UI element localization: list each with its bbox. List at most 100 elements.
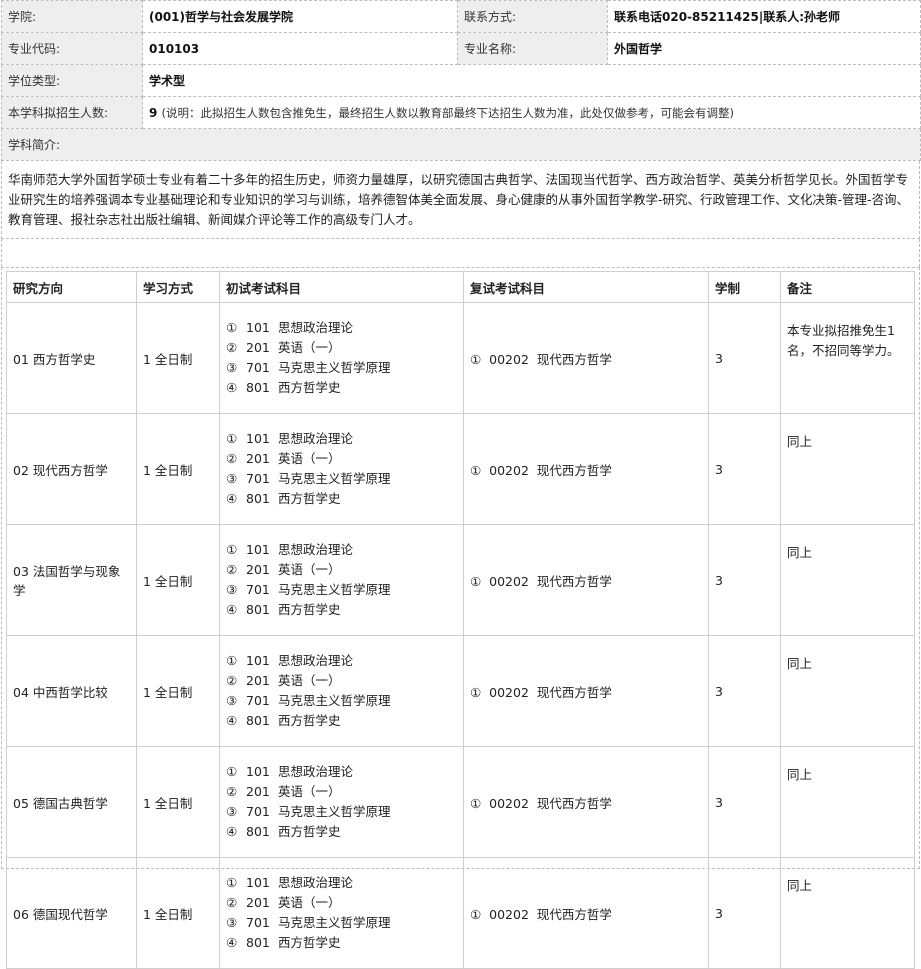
initial-subject: ② 201 英语（一） [226, 451, 341, 466]
contact-value: 联系电话020-85211425|联系人:孙老师 [607, 0, 921, 33]
header-study-mode: 学习方式 [136, 271, 220, 303]
years-cell: 3 [708, 302, 781, 414]
research-directions-table: 研究方向 学习方式 初试考试科目 复试考试科目 学制 备注 01 西方哲学史 1… [6, 271, 915, 969]
college-value: (001)哲学与社会发展学院 [142, 0, 458, 33]
retest-exam-cell: ① 00202 现代西方哲学 [463, 746, 709, 858]
enrollment-label: 本学科拟招生人数: [1, 96, 143, 129]
intro-label: 学科简介: [1, 128, 921, 161]
initial-subject: ③ 701 马克思主义哲学原理 [226, 471, 391, 486]
info-row-major: 专业代码: 010103 专业名称: 外国哲学 [1, 32, 921, 65]
years-cell: 3 [708, 524, 781, 636]
study-mode-cell: 1 全日制 [136, 857, 220, 969]
contact-label: 联系方式: [457, 0, 608, 33]
degree-type-label: 学位类型: [1, 64, 143, 97]
initial-subject: ① 101 思想政治理论 [226, 320, 354, 335]
table-row: 05 德国古典哲学 1 全日制 ① 101 思想政治理论 ② 201 英语（一） ③ 70… [6, 746, 915, 858]
initial-subject: ① 101 思想政治理论 [226, 764, 354, 779]
initial-subject: ③ 701 马克思主义哲学原理 [226, 360, 391, 375]
remark-cell: 本专业拟招推免生1名，不招同等学力。 [780, 302, 915, 414]
info-row-intro-label: 学科简介: [1, 128, 921, 161]
initial-subject: ① 101 思想政治理论 [226, 431, 354, 446]
remark-cell: 同上 [780, 746, 915, 858]
header-remark: 备注 [780, 271, 915, 303]
major-name-label: 专业名称: [457, 32, 608, 65]
initial-subject: ① 101 思想政治理论 [226, 653, 354, 668]
degree-type-value: 学术型 [142, 64, 921, 97]
enrollment-cell: 9 (说明：此拟招生人数包含推免生，最终招生人数以教育部最终下达招生人数为准，此… [142, 96, 921, 129]
initial-exam-cell: ① 101 思想政治理论 ② 201 英语（一） ③ 701 马克思主义哲学原理 ④ 801 西… [219, 302, 464, 414]
table-header-row: 研究方向 学习方式 初试考试科目 复试考试科目 学制 备注 [6, 271, 915, 303]
retest-exam-cell: ① 00202 现代西方哲学 [463, 635, 709, 747]
table-row: 04 中西哲学比较 1 全日制 ① 101 思想政治理论 ② 201 英语（一） ③ 70… [6, 635, 915, 747]
initial-subject: ① 101 思想政治理论 [226, 875, 354, 890]
study-mode-cell: 1 全日制 [136, 635, 220, 747]
major-code-label: 专业代码: [1, 32, 143, 65]
initial-subject: ② 201 英语（一） [226, 895, 341, 910]
intro-text: 华南师范大学外国哲学硕士专业有着二十多年的招生历史，师资力量雄厚，以研究德国古典… [8, 172, 910, 227]
retest-exam-cell: ① 00202 现代西方哲学 [463, 524, 709, 636]
info-row-college: 学院: (001)哲学与社会发展学院 联系方式: 联系电话020-8521142… [1, 0, 921, 33]
years-cell: 3 [708, 746, 781, 858]
direction-cell: 06 德国现代哲学 [6, 857, 137, 969]
years-cell: 3 [708, 413, 781, 525]
header-retest-exam: 复试考试科目 [463, 271, 709, 303]
initial-subject: ④ 801 西方哲学史 [226, 380, 341, 395]
table-row: 02 现代西方哲学 1 全日制 ① 101 思想政治理论 ② 201 英语（一） ③ 70… [6, 413, 915, 525]
initial-subject: ④ 801 西方哲学史 [226, 824, 341, 839]
initial-subject: ④ 801 西方哲学史 [226, 491, 341, 506]
remark-cell: 同上 [780, 857, 915, 969]
remark-cell: 同上 [780, 413, 915, 525]
table-row: 06 德国现代哲学 1 全日制 ① 101 思想政治理论 ② 201 英语（一） ③ 70… [6, 857, 915, 969]
retest-exam-cell: ① 00202 现代西方哲学 [463, 857, 709, 969]
initial-exam-cell: ① 101 思想政治理论 ② 201 英语（一） ③ 701 马克思主义哲学原理 ④ 801 西… [219, 635, 464, 747]
retest-exam-cell: ① 00202 现代西方哲学 [463, 302, 709, 414]
major-name-value: 外国哲学 [607, 32, 921, 65]
major-code-value: 010103 [142, 32, 458, 65]
program-page: 学院: (001)哲学与社会发展学院 联系方式: 联系电话020-8521142… [0, 0, 921, 969]
initial-subject: ② 201 英语（一） [226, 340, 341, 355]
header-years: 学制 [708, 271, 781, 303]
table-row: 03 法国哲学与现象学 1 全日制 ① 101 思想政治理论 ② 201 英语（一） ③… [6, 524, 915, 636]
initial-subject: ① 101 思想政治理论 [226, 542, 354, 557]
initial-subject: ④ 801 西方哲学史 [226, 713, 341, 728]
initial-subject: ④ 801 西方哲学史 [226, 602, 341, 617]
initial-exam-cell: ① 101 思想政治理论 ② 201 英语（一） ③ 701 马克思主义哲学原理 ④ 801 西… [219, 413, 464, 525]
study-mode-cell: 1 全日制 [136, 524, 220, 636]
section-spacer [1, 239, 920, 267]
direction-cell: 02 现代西方哲学 [6, 413, 137, 525]
enrollment-value: 9 [149, 105, 158, 120]
intro-box: 华南师范大学外国哲学硕士专业有着二十多年的招生历史，师资力量雄厚，以研究德国古典… [1, 161, 920, 239]
info-row-enrollment: 本学科拟招生人数: 9 (说明：此拟招生人数包含推免生，最终招生人数以教育部最终… [1, 96, 921, 129]
initial-exam-cell: ① 101 思想政治理论 ② 201 英语（一） ③ 701 马克思主义哲学原理 ④ 801 西… [219, 746, 464, 858]
header-direction: 研究方向 [6, 271, 137, 303]
direction-cell: 04 中西哲学比较 [6, 635, 137, 747]
initial-subject: ③ 701 马克思主义哲学原理 [226, 693, 391, 708]
table-row: 01 西方哲学史 1 全日制 ① 101 思想政治理论 ② 201 英语（一） ③ 701… [6, 302, 915, 414]
header-initial-exam: 初试考试科目 [219, 271, 464, 303]
info-row-degree: 学位类型: 学术型 [1, 64, 921, 97]
direction-cell: 05 德国古典哲学 [6, 746, 137, 858]
initial-subject: ③ 701 马克思主义哲学原理 [226, 582, 391, 597]
direction-cell: 01 西方哲学史 [6, 302, 137, 414]
college-label: 学院: [1, 0, 143, 33]
initial-subject: ④ 801 西方哲学史 [226, 935, 341, 950]
retest-exam-cell: ① 00202 现代西方哲学 [463, 413, 709, 525]
program-info-table: 学院: (001)哲学与社会发展学院 联系方式: 联系电话020-8521142… [1, 0, 921, 161]
initial-exam-cell: ① 101 思想政治理论 ② 201 英语（一） ③ 701 马克思主义哲学原理 ④ 801 西… [219, 857, 464, 969]
study-mode-cell: 1 全日制 [136, 746, 220, 858]
initial-subject: ③ 701 马克思主义哲学原理 [226, 804, 391, 819]
study-mode-cell: 1 全日制 [136, 302, 220, 414]
initial-subject: ③ 701 马克思主义哲学原理 [226, 915, 391, 930]
initial-exam-cell: ① 101 思想政治理论 ② 201 英语（一） ③ 701 马克思主义哲学原理 ④ 801 西… [219, 524, 464, 636]
years-cell: 3 [708, 857, 781, 969]
directions-table-frame: 研究方向 学习方式 初试考试科目 复试考试科目 学制 备注 01 西方哲学史 1… [1, 267, 920, 969]
years-cell: 3 [708, 635, 781, 747]
initial-subject: ② 201 英语（一） [226, 784, 341, 799]
remark-cell: 同上 [780, 635, 915, 747]
initial-subject: ② 201 英语（一） [226, 562, 341, 577]
study-mode-cell: 1 全日制 [136, 413, 220, 525]
direction-cell: 03 法国哲学与现象学 [6, 524, 137, 636]
enrollment-note: (说明：此拟招生人数包含推免生，最终招生人数以教育部最终下达招生人数为准，此处仅… [161, 105, 735, 120]
initial-subject: ② 201 英语（一） [226, 673, 341, 688]
remark-cell: 同上 [780, 524, 915, 636]
